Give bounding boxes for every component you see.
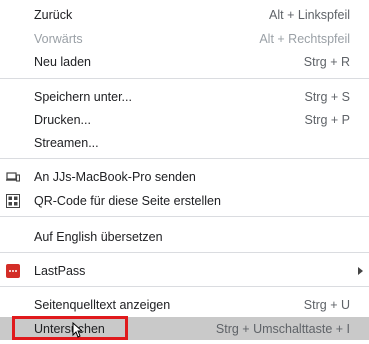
laptop-phone-icon [5,169,21,185]
menu-item-label: Drucken... [34,112,91,127]
menu-item-label: Zurück [34,7,73,22]
menu-separator [0,216,369,217]
menu-item-translate[interactable]: Auf English übersetzen [0,225,369,248]
menu-separator [0,78,369,79]
menu-separator [0,252,369,253]
menu-item-forward[interactable]: Vorwärts Alt + Rechtspfeil [0,27,369,50]
menu-item-shortcut: Strg + P [304,112,350,127]
menu-item-label: QR-Code für diese Seite erstellen [34,193,221,208]
menu-item-back[interactable]: Zurück Alt + Linkspfeil [0,3,369,26]
menu-item-label: Neu laden [34,54,91,69]
menu-item-reload[interactable]: Neu laden Strg + R [0,50,369,73]
menu-item-shortcut: Strg + S [304,89,350,104]
lastpass-icon [5,263,21,279]
menu-item-label: Untersuchen [34,321,105,336]
menu-item-label: An JJs-MacBook-Pro senden [34,169,196,184]
menu-item-save-as[interactable]: Speichern unter... Strg + S [0,85,369,108]
qr-code-icon [5,193,21,209]
menu-item-label: Speichern unter... [34,89,132,104]
menu-item-cast[interactable]: Streamen... [0,131,369,154]
menu-item-shortcut: Strg + Umschalttaste + I [215,321,350,336]
menu-item-send-to-device[interactable]: An JJs-MacBook-Pro senden [0,165,369,188]
menu-item-shortcut: Alt + Linkspfeil [269,7,350,22]
menu-item-shortcut: Alt + Rechtspfeil [259,31,350,46]
menu-item-label: Streamen... [34,135,99,150]
menu-separator [0,158,369,159]
menu-item-label: Vorwärts [34,31,83,46]
context-menu: Zurück Alt + Linkspfeil Vorwärts Alt + R… [0,0,369,344]
menu-item-label: Auf English übersetzen [34,229,163,244]
menu-item-lastpass[interactable]: LastPass [0,259,369,282]
menu-item-label: LastPass [34,263,86,278]
menu-item-view-source[interactable]: Seitenquelltext anzeigen Strg + U [0,293,369,316]
mouse-cursor-icon [72,321,84,341]
menu-item-inspect[interactable]: Untersuchen Strg + Umschalttaste + I [0,317,369,340]
submenu-arrow-icon [358,266,363,275]
menu-item-qr-code[interactable]: QR-Code für diese Seite erstellen [0,189,369,212]
menu-item-label: Seitenquelltext anzeigen [34,297,171,312]
menu-item-print[interactable]: Drucken... Strg + P [0,108,369,131]
menu-item-shortcut: Strg + U [303,297,350,312]
menu-item-shortcut: Strg + R [303,54,350,69]
menu-separator [0,286,369,287]
